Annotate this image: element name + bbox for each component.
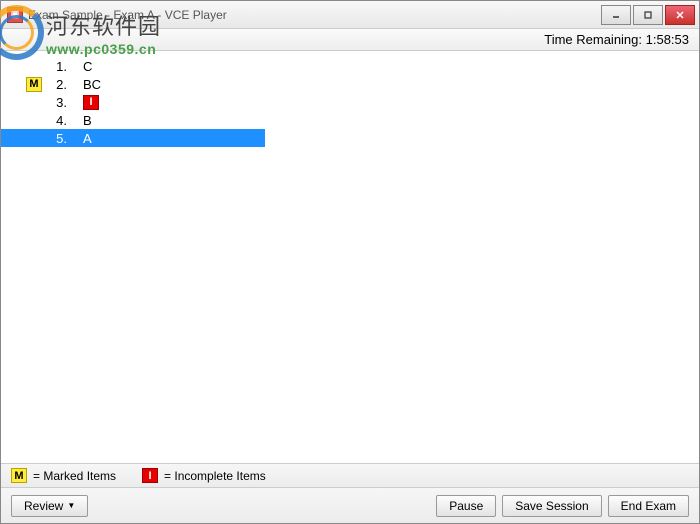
question-number: 5.	[45, 131, 77, 146]
save-session-button[interactable]: Save Session	[502, 495, 601, 517]
answer-text: B	[83, 113, 92, 128]
legend-incomplete-icon: I	[142, 468, 158, 483]
review-button[interactable]: Review ▼	[11, 495, 88, 517]
end-exam-button[interactable]: End Exam	[608, 495, 689, 517]
answer-column: B	[77, 113, 92, 128]
question-row[interactable]: 4. B	[1, 111, 699, 129]
question-list: 1. C M2. BC 3. I 4. B 5. A	[1, 51, 699, 463]
time-remaining-label: Time Remaining: 1:58:53	[544, 32, 689, 47]
marked-icon: M	[26, 77, 42, 92]
left-buttons: Review ▼	[11, 495, 88, 517]
answer-text: A	[83, 131, 92, 146]
titlebar: ▣ Exam Sample - Exam A - VCE Player	[1, 1, 699, 29]
answer-column: I	[77, 95, 99, 110]
close-button[interactable]	[665, 5, 695, 25]
answer-column: A	[77, 131, 92, 146]
question-number: 2.	[45, 77, 77, 92]
minimize-button[interactable]	[601, 5, 631, 25]
legend-marked-icon: M	[11, 468, 27, 483]
answer-text: C	[83, 59, 92, 74]
window-controls	[601, 5, 699, 25]
dropdown-arrow-icon: ▼	[67, 501, 75, 510]
maximize-button[interactable]	[633, 5, 663, 25]
incomplete-icon: I	[83, 95, 99, 110]
question-row[interactable]: 3. I	[1, 93, 699, 111]
answer-text: BC	[83, 77, 101, 92]
legend-incomplete-text: = Incomplete Items	[164, 469, 266, 483]
legend-marked-text: = Marked Items	[33, 469, 116, 483]
mark-column: M	[1, 77, 45, 92]
question-row[interactable]: 1. C	[1, 57, 699, 75]
review-button-label: Review	[24, 499, 63, 513]
question-number: 1.	[45, 59, 77, 74]
save-session-button-label: Save Session	[515, 499, 588, 513]
timer-bar: Time Remaining: 1:58:53	[1, 29, 699, 51]
answer-column: BC	[77, 77, 101, 92]
app-icon: ▣	[7, 7, 23, 23]
end-exam-button-label: End Exam	[621, 499, 676, 513]
answer-column: C	[77, 59, 92, 74]
question-number: 4.	[45, 113, 77, 128]
pause-button[interactable]: Pause	[436, 495, 496, 517]
question-row[interactable]: M2. BC	[1, 75, 699, 93]
window-title: Exam Sample - Exam A - VCE Player	[28, 8, 227, 22]
right-buttons: Pause Save Session End Exam	[436, 495, 689, 517]
pause-button-label: Pause	[449, 499, 483, 513]
legend-bar: M = Marked Items I = Incomplete Items	[1, 463, 699, 487]
titlebar-left: ▣ Exam Sample - Exam A - VCE Player	[7, 7, 227, 23]
question-number: 3.	[45, 95, 77, 110]
question-row[interactable]: 5. A	[1, 129, 265, 147]
button-bar: Review ▼ Pause Save Session End Exam	[1, 487, 699, 523]
